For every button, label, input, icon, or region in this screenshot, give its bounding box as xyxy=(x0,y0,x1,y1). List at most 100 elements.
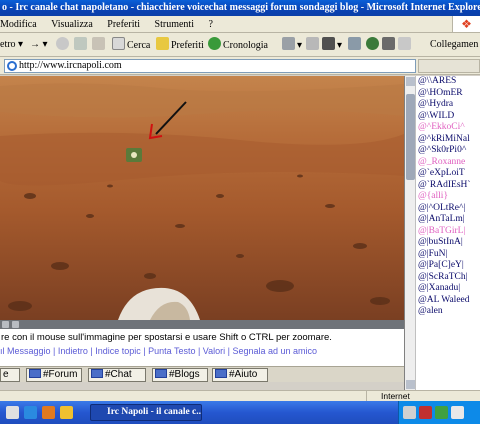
address-go-area[interactable] xyxy=(418,59,480,73)
links-button[interactable]: Collegamen xyxy=(430,37,478,53)
ie-page-icon xyxy=(7,61,17,71)
user-list-item[interactable]: @AL Waleed xyxy=(418,295,480,307)
menu-item-help[interactable]: ? xyxy=(208,16,212,32)
research-icon xyxy=(382,37,395,50)
tray-network-icon[interactable] xyxy=(403,406,416,419)
tab-label: #Forum xyxy=(43,369,78,380)
tab-home[interactable]: e xyxy=(0,368,20,382)
tray-messenger-icon[interactable] xyxy=(435,406,448,419)
desktop-quicklaunch-icon[interactable] xyxy=(6,406,19,419)
user-list-item[interactable]: @|buStInA| xyxy=(418,237,480,249)
user-list-item[interactable]: @alen xyxy=(418,306,480,318)
menu-item-visualizza[interactable]: Visualizza xyxy=(51,16,93,32)
tray-antivirus-icon[interactable] xyxy=(419,406,432,419)
forward-button[interactable]: → ▾ xyxy=(30,37,48,53)
search-label: Cerca xyxy=(127,40,151,51)
menu-item-strumenti[interactable]: Strumenti xyxy=(155,16,194,32)
menu-item-modifica[interactable]: Modifica xyxy=(0,16,37,32)
user-list-item[interactable]: @|Pa[C]eY| xyxy=(418,260,480,272)
mars-panorama-image[interactable] xyxy=(0,76,404,320)
scroll-up-arrow-icon[interactable] xyxy=(406,77,415,86)
user-list-item[interactable]: @|ScRaTCh| xyxy=(418,272,480,284)
user-list-item[interactable]: @|FuN| xyxy=(418,249,480,261)
tools-button[interactable] xyxy=(398,37,413,53)
section-tab-strip: e #Forum #Chat #Blogs #Aiuto xyxy=(0,366,404,382)
scroll-down-arrow-icon[interactable] xyxy=(406,380,415,389)
taskbar-button-browser[interactable]: Irc Napoli - il canale c... xyxy=(90,404,202,421)
refresh-button[interactable] xyxy=(74,37,89,53)
research-button[interactable] xyxy=(382,37,397,53)
menu-item-preferiti[interactable]: Preferiti xyxy=(107,16,140,32)
user-list-item[interactable]: @|BaTGirL| xyxy=(418,226,480,238)
edit-button[interactable]: ▾ xyxy=(322,37,342,53)
messenger-icon xyxy=(366,37,379,50)
refresh-icon xyxy=(74,37,87,50)
stop-button[interactable] xyxy=(56,37,71,53)
user-list-item[interactable]: @|^OLtRe^| xyxy=(418,203,480,215)
history-label: Cronologia xyxy=(223,40,268,51)
status-bar: Internet xyxy=(0,390,480,402)
user-list-item[interactable]: @^Sk0rPi0^ xyxy=(418,145,480,157)
tab-aiuto[interactable]: #Aiuto xyxy=(212,368,268,382)
home-button[interactable] xyxy=(92,37,107,53)
windows-logo-icon: ❖ xyxy=(452,16,480,32)
back-button[interactable]: etro ▾ xyxy=(0,37,23,53)
print-icon xyxy=(306,37,319,50)
tab-blogs[interactable]: #Blogs xyxy=(152,368,208,382)
history-button[interactable]: Cronologia xyxy=(208,37,268,53)
messenger-button[interactable] xyxy=(366,37,381,53)
tab-label: #Blogs xyxy=(169,369,200,380)
user-list: @\\ARES @\HOmER @\Hydra @\WILD @^EkkoCi^ @^kR… xyxy=(418,76,480,318)
search-button[interactable]: Cerca xyxy=(112,37,150,53)
media-quicklaunch-icon[interactable] xyxy=(42,406,55,419)
discuss-icon xyxy=(348,37,361,50)
tab-forum[interactable]: #Forum xyxy=(26,368,82,382)
mail-icon xyxy=(282,37,295,50)
user-list-item[interactable]: @\WILD xyxy=(418,111,480,123)
address-bar: http://www.ircnapoli.com xyxy=(0,57,480,75)
user-list-item[interactable]: @`eXpLoiT xyxy=(418,168,480,180)
tab-label: #Aiuto xyxy=(229,369,258,380)
user-list-item[interactable]: @\\ARES xyxy=(418,76,480,88)
image-left-button[interactable] xyxy=(2,321,9,328)
favorites-icon xyxy=(156,37,169,50)
favorites-label: Preferiti xyxy=(171,40,204,51)
scroll-thumb[interactable] xyxy=(406,94,415,180)
menu-bar: Modifica Visualizza Preferiti Strumenti … xyxy=(0,16,480,33)
window-title-bar: o - Irc canale chat napoletano - chiacch… xyxy=(0,0,480,16)
user-list-item[interactable]: @`RAdIEsH` xyxy=(418,180,480,192)
user-list-item[interactable]: @\Hydra xyxy=(418,99,480,111)
tab-window-icon xyxy=(155,369,167,378)
history-icon xyxy=(208,37,221,50)
tab-window-icon xyxy=(29,369,41,378)
folder-quicklaunch-icon[interactable] xyxy=(60,406,73,419)
links-label: Collegamen xyxy=(430,39,479,50)
image-caption: re con il mouse sull'immagine per sposta… xyxy=(1,332,332,343)
user-list-item[interactable]: @^EkkoCi^ xyxy=(418,122,480,134)
post-links-row[interactable]: ıl Messaggio | Indietro | Indice topic |… xyxy=(0,346,404,356)
user-list-item[interactable]: @_Roxanne xyxy=(418,157,480,169)
mail-button[interactable]: ▾ xyxy=(282,37,302,53)
back-label: etro xyxy=(0,39,16,50)
image-right-button[interactable] xyxy=(12,321,19,328)
user-list-scrollbar[interactable] xyxy=(405,76,416,390)
zone-label: Internet xyxy=(381,391,410,401)
address-input[interactable]: http://www.ircnapoli.com xyxy=(4,59,416,73)
user-list-item[interactable]: @|AnTaLm| xyxy=(418,214,480,226)
favorites-button[interactable]: Preferiti xyxy=(156,37,204,53)
system-tray xyxy=(398,401,480,424)
tab-chat[interactable]: #Chat xyxy=(88,368,146,382)
stop-icon xyxy=(56,37,69,50)
user-list-item[interactable]: @^kRiMiNal xyxy=(418,134,480,146)
discuss-button[interactable] xyxy=(348,37,363,53)
tray-volume-icon[interactable] xyxy=(451,406,464,419)
user-list-item[interactable]: @{alli} xyxy=(418,191,480,203)
edit-icon xyxy=(322,37,335,50)
print-button[interactable] xyxy=(306,37,321,53)
user-list-item[interactable]: @\HOmER xyxy=(418,88,480,100)
ie-quicklaunch-icon[interactable] xyxy=(24,406,37,419)
user-list-item[interactable]: @|Xanadu| xyxy=(418,283,480,295)
window-title: o - Irc canale chat napoletano - chiacch… xyxy=(2,2,480,13)
navigation-toolbar: etro ▾ → ▾ Cerca Preferiti Cronologia ▾ … xyxy=(0,33,480,57)
tab-window-icon xyxy=(215,369,227,378)
